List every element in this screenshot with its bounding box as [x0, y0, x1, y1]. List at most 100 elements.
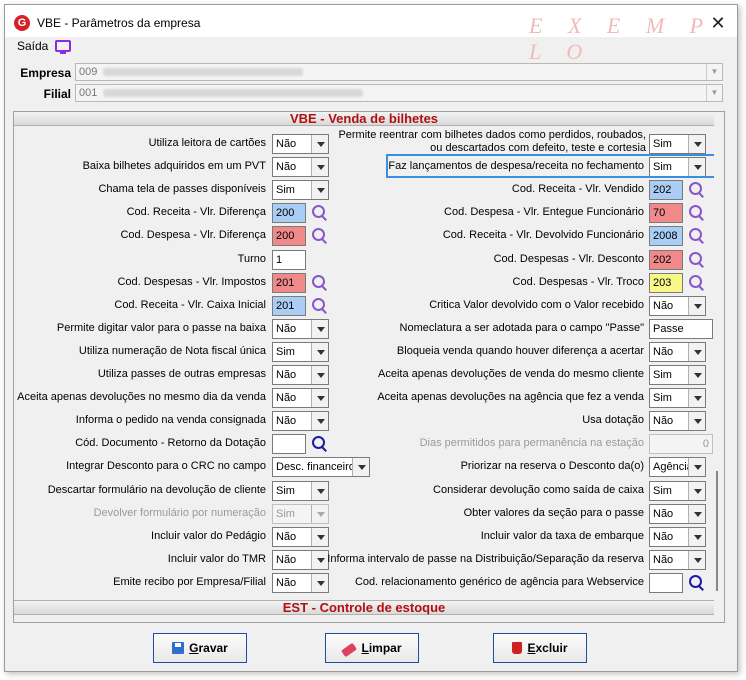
chevron-down-icon[interactable]: [688, 505, 705, 523]
right-usa-dotacao-select[interactable]: Não: [649, 411, 706, 431]
search-icon[interactable]: [310, 274, 328, 292]
left-cod-despesa-vlr-diferenca-code-input[interactable]: 200: [272, 226, 306, 246]
right-cod-despesas-vlr-troco-code-input[interactable]: 203: [649, 273, 683, 293]
left-descartar-formulario-na-devolucao-de-cli-select[interactable]: Sim: [272, 481, 329, 501]
menu-saida[interactable]: Saída: [17, 39, 48, 53]
chevron-down-icon[interactable]: [688, 297, 705, 315]
left-chama-tela-de-passes-disponiveis-select[interactable]: Sim: [272, 180, 329, 200]
search-icon[interactable]: [687, 204, 705, 222]
chevron-down-icon[interactable]: [311, 389, 328, 407]
search-icon[interactable]: [687, 274, 705, 292]
empresa-dropdown-icon[interactable]: ▼: [706, 64, 722, 80]
limpar-button[interactable]: Limpar: [325, 633, 419, 663]
right-permite-reentrar-com-bilhetes-dados-como-value: Sim: [653, 138, 672, 150]
chevron-down-icon[interactable]: [311, 551, 328, 569]
right-permite-reentrar-com-bilhetes-dados-como-label: Permite reentrar com bilhetes dados como…: [338, 129, 646, 154]
chevron-down-icon[interactable]: [352, 458, 369, 476]
search-icon[interactable]: [687, 181, 705, 199]
chevron-down-icon[interactable]: [311, 528, 328, 546]
close-icon[interactable]: ✕: [707, 12, 729, 34]
chevron-down-icon[interactable]: [311, 135, 328, 153]
left-integrar-desconto-para-o-crc-no-campo-select[interactable]: Desc. financeiro: [272, 457, 370, 477]
left-descartar-formulario-na-devolucao-de-cli-label: Descartar formulário na devolução de cli…: [47, 484, 266, 496]
left-chama-tela-de-passes-disponiveis-label: Chama tela de passes disponíveis: [98, 183, 266, 195]
left-devolver-formulario-por-numeracao-label: Devolver formulário por numeração: [93, 507, 266, 519]
left-utiliza-passes-de-outras-empresas-select[interactable]: Não: [272, 365, 329, 385]
right-priorizar-na-reserva-o-desconto-da-o-label: Priorizar na reserva o Desconto da(o): [460, 460, 644, 472]
right-cod-relacionamento-generico-de-agencia-p-code-input[interactable]: [649, 573, 683, 593]
section-vbe: VBE - Venda de bilhetes: [14, 112, 714, 126]
chevron-down-icon[interactable]: [311, 574, 328, 592]
left-cod-despesas-vlr-impostos-code-input[interactable]: 201: [272, 273, 306, 293]
chevron-down-icon[interactable]: [688, 412, 705, 430]
right-considerar-devolucao-como-saida-de-caixa-select[interactable]: Sim: [649, 481, 706, 501]
search-icon[interactable]: [687, 251, 705, 269]
empresa-field[interactable]: 009 ▼: [75, 63, 723, 81]
monitor-icon[interactable]: [55, 40, 71, 54]
right-obter-valores-da-secao-para-o-passe-select[interactable]: Não: [649, 504, 706, 524]
right-aceita-apenas-devolucoes-na-agencia-que--select[interactable]: Sim: [649, 388, 706, 408]
app-logo-icon: G: [14, 15, 30, 31]
chevron-down-icon[interactable]: [688, 366, 705, 384]
right-permite-reentrar-com-bilhetes-dados-como-select[interactable]: Sim: [649, 134, 706, 154]
right-incluir-valor-da-taxa-de-embarque-select[interactable]: Não: [649, 527, 706, 547]
right-nomeclatura-a-ser-adotada-para-o-campo-p-label: Nomeclatura a ser adotada para o campo "…: [399, 322, 644, 334]
left-utiliza-numeracao-de-nota-fiscal-unica-select[interactable]: Sim: [272, 342, 329, 362]
search-icon[interactable]: [310, 297, 328, 315]
left-utiliza-leitora-de-cartoes-label: Utiliza leitora de cartões: [148, 137, 266, 149]
search-icon[interactable]: [687, 227, 705, 245]
right-informa-intervalo-de-passe-na-distribuic-select[interactable]: Não: [649, 550, 706, 570]
right-priorizar-na-reserva-o-desconto-da-o-select[interactable]: Agência: [649, 457, 706, 477]
filial-name-redacted: [103, 89, 364, 98]
search-icon[interactable]: [310, 227, 328, 245]
right-cod-receita-vlr-vendido-code-input[interactable]: 202: [649, 180, 683, 200]
left-baixa-bilhetes-adquiridos-em-um-pvt-select[interactable]: Não: [272, 157, 329, 177]
filial-code: 001: [79, 87, 98, 99]
focus-highlight: [386, 154, 716, 178]
chevron-down-icon[interactable]: [688, 343, 705, 361]
chevron-down-icon[interactable]: [688, 135, 705, 153]
chevron-down-icon[interactable]: [688, 528, 705, 546]
left-permite-digitar-valor-para-o-passe-na-ba-select[interactable]: Não: [272, 319, 329, 339]
search-icon[interactable]: [310, 435, 328, 453]
search-icon[interactable]: [310, 204, 328, 222]
chevron-down-icon[interactable]: [688, 389, 705, 407]
chevron-down-icon[interactable]: [311, 343, 328, 361]
left-emite-recibo-por-empresa-filial-select[interactable]: Não: [272, 573, 329, 593]
left-cod-documento-retorno-da-dotacao-code-input[interactable]: [272, 434, 306, 454]
left-permite-digitar-valor-para-o-passe-na-ba-label: Permite digitar valor para o passe na ba…: [56, 322, 266, 334]
right-bloqueia-venda-quando-houver-diferenca-a-select[interactable]: Não: [649, 342, 706, 362]
left-cod-receita-vlr-caixa-inicial-code-input[interactable]: 201: [272, 296, 306, 316]
chevron-down-icon[interactable]: [311, 366, 328, 384]
chevron-down-icon[interactable]: [688, 482, 705, 500]
left-utiliza-leitora-de-cartoes-select[interactable]: Não: [272, 134, 329, 154]
chevron-down-icon[interactable]: [311, 482, 328, 500]
chevron-down-icon[interactable]: [311, 181, 328, 199]
right-aceita-apenas-devolucoes-de-venda-do-mes-select[interactable]: Sim: [649, 365, 706, 385]
right-usa-dotacao-label: Usa dotação: [582, 414, 644, 426]
left-informa-o-pedido-na-venda-consignada-select[interactable]: Não: [272, 411, 329, 431]
left-turno-code-input[interactable]: 1: [272, 250, 306, 270]
right-cod-receita-vlr-devolvido-funcionario-code-input[interactable]: 2008: [649, 226, 683, 246]
gravar-button[interactable]: Gravar: [153, 633, 247, 663]
trash-icon: [512, 642, 523, 654]
right-critica-valor-devolvido-com-o-valor-rece-select[interactable]: Não: [649, 296, 706, 316]
left-cod-receita-vlr-caixa-inicial-label: Cod. Receita - Vlr. Caixa Inicial: [114, 299, 266, 311]
search-icon[interactable]: [687, 574, 705, 592]
left-aceita-apenas-devolucoes-no-mesmo-dia-da-select[interactable]: Não: [272, 388, 329, 408]
left-cod-receita-vlr-diferenca-code-input[interactable]: 200: [272, 203, 306, 223]
scrollbar-thumb[interactable]: [716, 471, 718, 591]
left-incluir-valor-do-pedagio-select[interactable]: Não: [272, 527, 329, 547]
excluir-button[interactable]: Excluir: [493, 633, 587, 663]
chevron-down-icon[interactable]: [311, 412, 328, 430]
chevron-down-icon[interactable]: [311, 158, 328, 176]
left-incluir-valor-do-tmr-select[interactable]: Não: [272, 550, 329, 570]
right-nomeclatura-a-ser-adotada-para-o-campo-p-input[interactable]: Passe: [649, 319, 713, 339]
filial-field[interactable]: 001 ▼: [75, 84, 723, 102]
filial-dropdown-icon[interactable]: ▼: [706, 85, 722, 101]
chevron-down-icon[interactable]: [688, 458, 705, 476]
chevron-down-icon[interactable]: [688, 551, 705, 569]
chevron-down-icon[interactable]: [311, 320, 328, 338]
right-cod-despesas-vlr-desconto-code-input[interactable]: 202: [649, 250, 683, 270]
right-cod-despesa-vlr-entegue-funcionario-code-input[interactable]: 70: [649, 203, 683, 223]
